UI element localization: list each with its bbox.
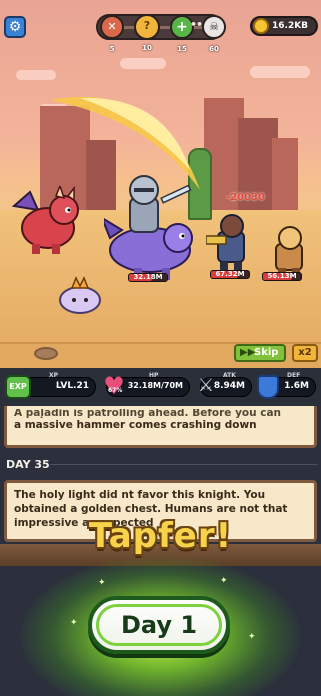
hero-a-hp-bar: 67.32M: [210, 270, 250, 279]
stage-node-boss: ☠ 60: [202, 15, 226, 53]
tapfer-title: Tapfer!: [88, 516, 233, 556]
hero-b-hp-bar: 56.13M: [262, 272, 302, 281]
gunner-hero-enemy: [206, 214, 245, 274]
day-button-label: Day 1: [120, 611, 198, 639]
def-stat: DEF 1.6M: [257, 372, 316, 399]
coin-icon: [253, 18, 269, 34]
stage-progress: ✕ 5 ? 10 + 15 ••• ☠ 60: [96, 14, 226, 53]
stats-bar: EXP XP LVL.21 ♥ 67% HP 32.18M/70M ⚔ ATK …: [0, 368, 321, 406]
skull-icon: ☠: [209, 20, 219, 33]
log-entry-partial: A paladin is patrolling ahead. Before yo…: [14, 409, 282, 418]
stage-count: 60: [209, 45, 219, 53]
gold-value: 16.2KB: [272, 21, 309, 31]
stage-node-current: ? 10: [134, 14, 160, 52]
plus-icon: +: [176, 19, 188, 35]
rock: [34, 347, 58, 360]
cloud: [16, 70, 56, 80]
def-label: DEF: [287, 372, 301, 379]
log-entry: A paladin is patrolling ahead. Before yo…: [4, 406, 317, 448]
stage-count: 10: [142, 44, 152, 52]
atk-value: 8.94M: [213, 381, 245, 391]
x-icon: ✕: [107, 20, 117, 33]
crowned-slime-pet: [59, 276, 101, 314]
top-bar: ⚙ ✕ 5 ? 10 + 15 ••• ☠ 60 16.2KB: [0, 0, 321, 53]
battle-scene: 32.18M -20030 67.32M 56.13M ▶▶ Skip x2: [0, 0, 321, 368]
damage-number: -20030: [226, 192, 265, 203]
sparkle-icon: ✦: [98, 578, 106, 588]
cloud: [120, 58, 166, 69]
skip-label: Skip: [254, 347, 279, 358]
speed-toggle-button[interactable]: x2: [292, 344, 318, 362]
sparkle-icon: ✦: [248, 632, 256, 642]
stage-count: 15: [177, 45, 187, 53]
hp-value: 32.18M/70M: [127, 381, 183, 390]
divider: [50, 464, 317, 465]
xp-label: XP: [49, 372, 59, 379]
def-value: 1.6M: [284, 381, 309, 391]
hero-b-hp-value: 56.13M: [267, 272, 297, 280]
fast-forward-icon: ▶▶: [240, 347, 256, 358]
atk-stat: ⚔ ATK 8.94M: [198, 372, 252, 397]
hp-percent: 67%: [108, 387, 123, 394]
knight-hp-value: 32.18M: [133, 273, 163, 281]
knight-on-dragon-player: [104, 175, 193, 280]
day-start-button[interactable]: Day 1: [88, 596, 230, 654]
skip-button[interactable]: ▶▶ Skip: [234, 344, 286, 362]
day-heading: DAY 35: [6, 458, 50, 471]
sparkle-icon: ✦: [70, 618, 78, 628]
sparkle-icon: ✦: [220, 576, 228, 586]
shield-icon: [257, 375, 279, 399]
adventure-log: A paladin is patrolling ahead. Before yo…: [0, 406, 321, 696]
atk-label: ATK: [223, 372, 236, 379]
hp-stat: ♥ 67% HP 32.18M/70M: [103, 372, 190, 398]
question-icon: ?: [143, 19, 151, 32]
stage-count: 5: [109, 45, 115, 53]
knight-hp-bar: 32.18M: [128, 273, 168, 282]
exp-icon: EXP: [5, 375, 31, 399]
gold-counter: 16.2KB: [250, 16, 318, 36]
gear-icon[interactable]: ⚙: [4, 16, 26, 38]
hero-a-hp-value: 67.32M: [215, 270, 245, 278]
log-entry-text: a massive hammer comes crashing down: [14, 419, 257, 431]
xp-stat: EXP XP LVL.21: [5, 372, 96, 399]
cloud: [250, 66, 310, 78]
stage-node-cleared: ✕ 5: [100, 15, 124, 53]
red-dragon-enemy: [11, 186, 79, 254]
hp-label: HP: [149, 372, 159, 379]
level-value: LVL.21: [55, 381, 89, 391]
mesa: [272, 138, 298, 214]
